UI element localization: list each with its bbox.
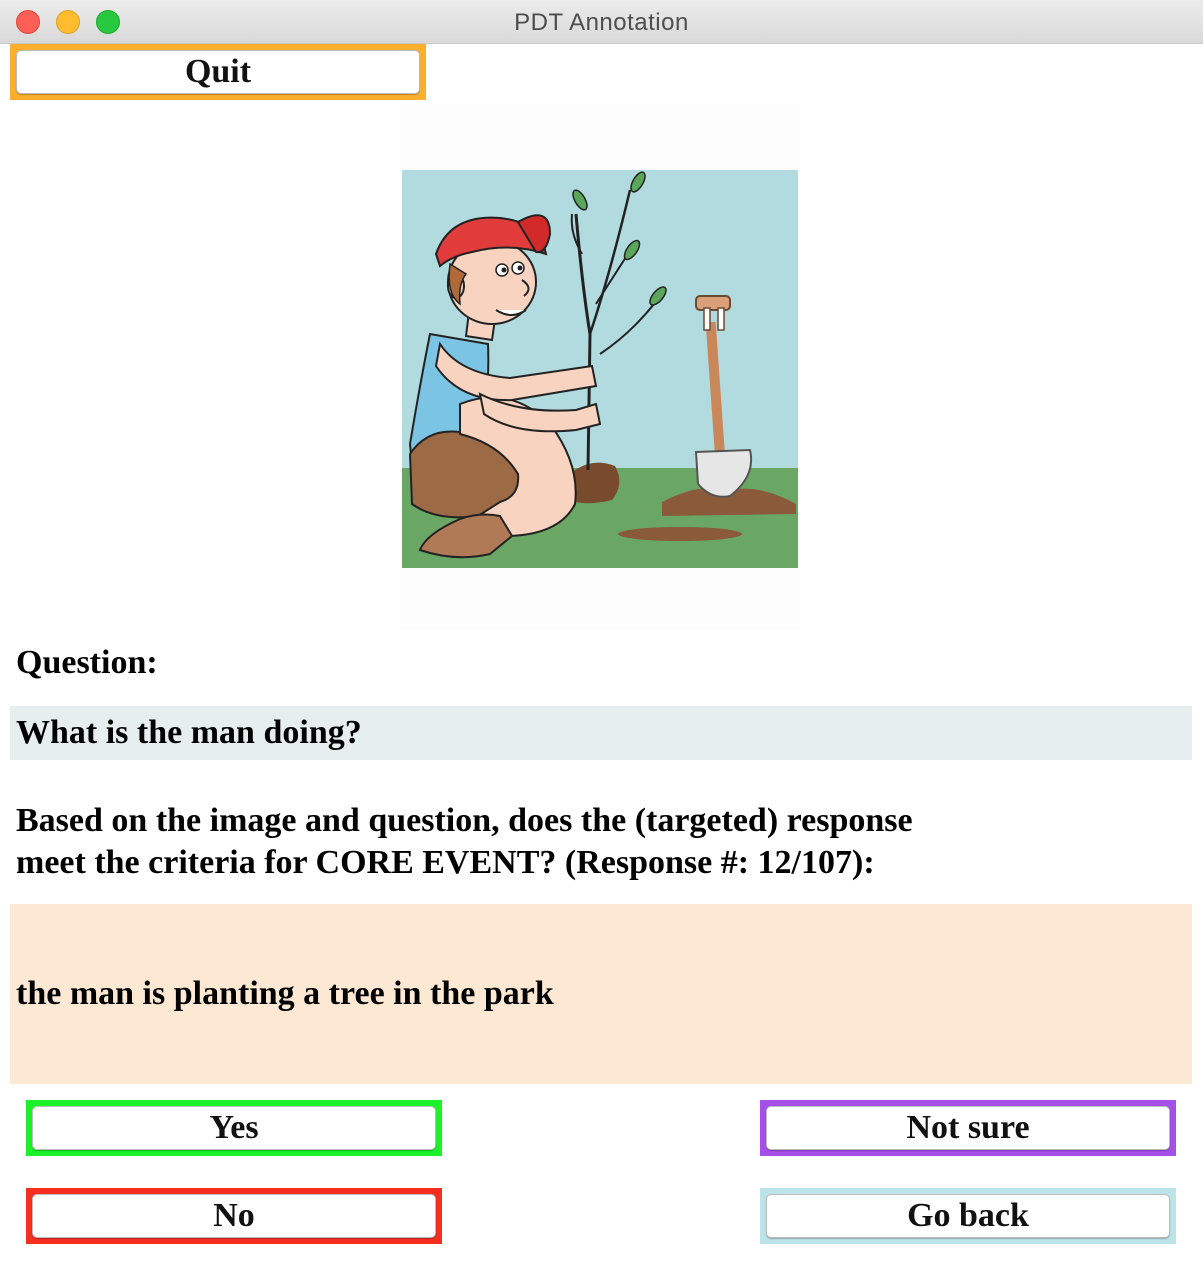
- not-sure-button[interactable]: Not sure: [766, 1106, 1170, 1150]
- criteria-prompt-line-1: Based on the image and question, does th…: [16, 802, 913, 839]
- criteria-prompt: Based on the image and question, does th…: [16, 800, 1186, 884]
- quit-button[interactable]: Quit: [16, 50, 420, 94]
- go-back-button[interactable]: Go back: [766, 1194, 1170, 1238]
- window-titlebar: PDT Annotation: [0, 0, 1203, 44]
- man-planting-tree-illustration: [402, 170, 798, 568]
- question-heading: Question:: [16, 644, 158, 681]
- response-text: the man is planting a tree in the park: [16, 975, 554, 1012]
- criteria-prompt-line-2: meet the criteria for CORE EVENT? (Respo…: [16, 844, 875, 881]
- go-back-button-frame: Go back: [760, 1188, 1176, 1244]
- stimulus-image: [400, 104, 800, 630]
- not-sure-button-frame: Not sure: [760, 1100, 1176, 1156]
- quit-button-frame: Quit: [10, 44, 426, 100]
- no-button-frame: No: [26, 1188, 442, 1244]
- yes-button[interactable]: Yes: [32, 1106, 436, 1150]
- response-text-box: the man is planting a tree in the park: [10, 904, 1192, 1084]
- no-button[interactable]: No: [32, 1194, 436, 1238]
- window-title: PDT Annotation: [514, 9, 689, 36]
- question-text-box: What is the man doing?: [10, 706, 1192, 760]
- yes-button-frame: Yes: [26, 1100, 442, 1156]
- question-text: What is the man doing?: [16, 714, 362, 751]
